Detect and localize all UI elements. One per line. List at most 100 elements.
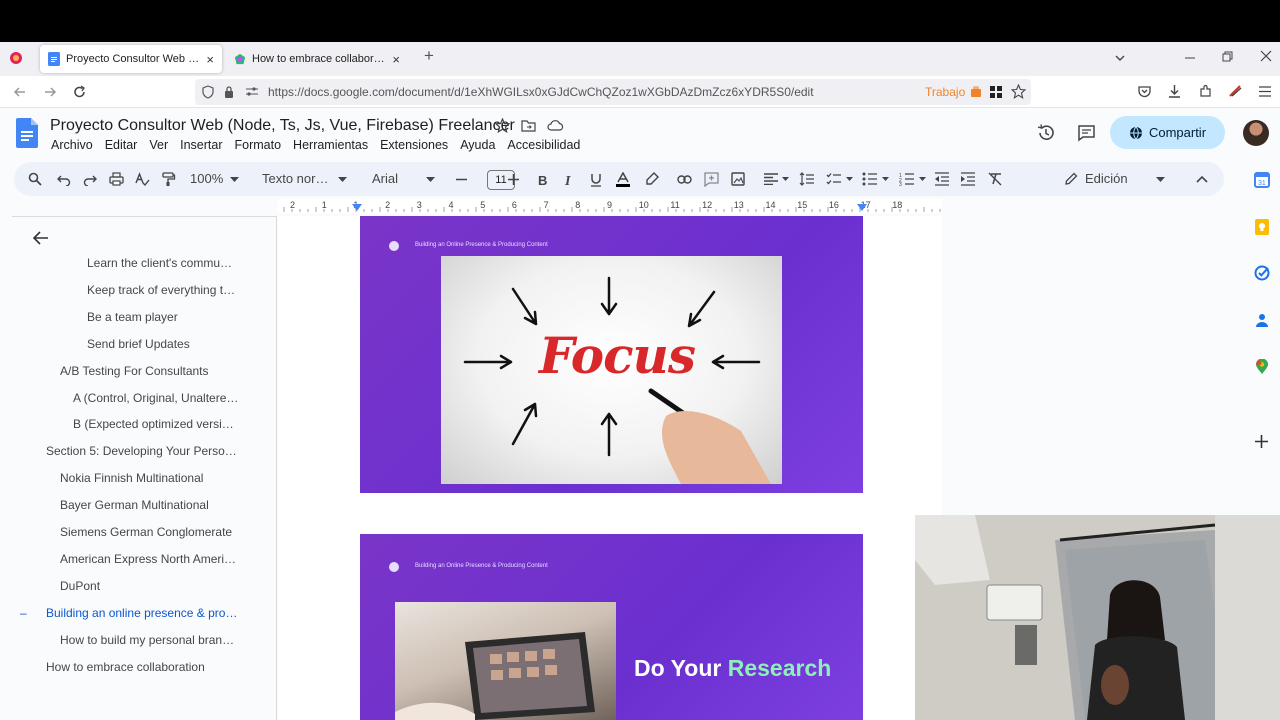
menu-editar[interactable]: Editar <box>105 138 138 152</box>
undo-icon[interactable] <box>57 173 71 186</box>
checklist-icon[interactable] <box>826 172 841 186</box>
version-history-icon[interactable] <box>1036 123 1056 143</box>
extensions-icon[interactable] <box>1198 84 1213 99</box>
browser-menu-icon[interactable] <box>8 50 24 66</box>
pencil-icon[interactable] <box>1064 172 1078 186</box>
outline-item[interactable]: A (Control, Original, Unaltere… <box>73 391 238 405</box>
outline-item[interactable]: Building an online presence & pro… <box>46 606 237 620</box>
list-all-tabs-icon[interactable] <box>1114 52 1126 64</box>
share-button[interactable]: Compartir <box>1110 116 1225 149</box>
menu-ayuda[interactable]: Ayuda <box>460 138 495 152</box>
outline-item[interactable]: How to build my personal bran… <box>60 633 234 647</box>
outline-item[interactable]: B (Expected optimized versi… <box>73 417 234 431</box>
slide-image-focus[interactable]: Building an Online Presence & Producing … <box>360 216 863 493</box>
cloud-saved-icon[interactable] <box>547 119 564 132</box>
lock-icon[interactable] <box>223 85 235 99</box>
menu-extensiones[interactable]: Extensiones <box>380 138 448 152</box>
google-tasks-icon[interactable] <box>1254 265 1270 281</box>
shield-icon[interactable] <box>201 85 215 99</box>
minimize-icon[interactable] <box>1184 52 1196 64</box>
add-app-icon[interactable] <box>1255 435 1268 448</box>
outline-item[interactable]: Be a team player <box>87 310 178 324</box>
style-dropdown-icon[interactable] <box>338 177 347 183</box>
outline-item[interactable]: Keep track of everything t… <box>87 283 235 297</box>
menu-accesibilidad[interactable]: Accesibilidad <box>507 138 580 152</box>
increase-font-size-icon[interactable] <box>508 174 519 185</box>
decrease-indent-icon[interactable] <box>935 172 949 186</box>
menu-insertar[interactable]: Insertar <box>180 138 222 152</box>
horizontal-ruler[interactable]: 21123456789101112131415161718 <box>278 198 1224 215</box>
insert-link-icon[interactable] <box>677 175 692 184</box>
numbered-list-icon[interactable]: 123 <box>899 172 914 186</box>
outline-item[interactable]: Nokia Finnish Multinational <box>60 471 203 485</box>
menu-archivo[interactable]: Archivo <box>51 138 93 152</box>
tab-how-to-embrace[interactable]: How to embrace collaboration × <box>226 45 408 73</box>
spellcheck-icon[interactable] <box>135 172 150 187</box>
bulleted-list-icon[interactable] <box>862 172 877 186</box>
search-menus-icon[interactable] <box>28 172 42 186</box>
redo-icon[interactable] <box>83 173 97 186</box>
google-calendar-icon[interactable]: 31 <box>1254 172 1270 188</box>
underline-icon[interactable] <box>590 173 602 187</box>
comments-icon[interactable] <box>1077 124 1096 142</box>
checklist-dropdown-icon[interactable] <box>846 177 853 182</box>
document-title[interactable]: Proyecto Consultor Web (Node, Ts, Js, Vu… <box>50 117 515 135</box>
slide-do-your-research[interactable]: Building an Online Presence & Producing … <box>360 534 863 720</box>
line-spacing-icon[interactable] <box>799 172 814 186</box>
outline-item[interactable]: Learn the client's commu… <box>87 256 232 270</box>
star-icon[interactable] <box>495 118 510 133</box>
close-tab-icon[interactable]: × <box>392 52 400 67</box>
add-comment-icon[interactable] <box>704 172 719 187</box>
outline-item[interactable]: American Express North Ameri… <box>60 552 236 566</box>
address-bar[interactable]: https://docs.google.com/document/d/1eXhW… <box>195 79 1031 105</box>
forward-icon[interactable] <box>42 84 58 100</box>
align-dropdown-icon[interactable] <box>782 177 789 182</box>
clear-formatting-icon[interactable] <box>988 172 1002 186</box>
highlight-icon[interactable] <box>645 172 659 186</box>
numbered-dropdown-icon[interactable] <box>919 177 926 182</box>
menu-herramientas[interactable]: Herramientas <box>293 138 368 152</box>
left-indent-marker-icon[interactable] <box>352 204 362 212</box>
profile-extension-icon[interactable] <box>1228 84 1243 99</box>
back-arrow-icon[interactable] <box>33 231 49 245</box>
downloads-icon[interactable] <box>1167 84 1182 99</box>
zoom-dropdown-icon[interactable] <box>230 177 239 183</box>
google-maps-icon[interactable] <box>1255 359 1269 375</box>
outline-item[interactable]: Send brief Updates <box>87 337 190 351</box>
outline-item[interactable]: DuPont <box>60 579 100 593</box>
font-select[interactable]: Arial <box>372 171 398 186</box>
close-window-icon[interactable] <box>1260 50 1272 62</box>
google-keep-icon[interactable] <box>1254 219 1270 235</box>
restore-icon[interactable] <box>1222 51 1234 63</box>
tab-proyecto-consultor[interactable]: Proyecto Consultor Web (Node × <box>40 45 222 73</box>
back-icon[interactable] <box>12 84 28 100</box>
bookmark-star-icon[interactable] <box>1011 84 1026 99</box>
outline-item[interactable]: Section 5: Developing Your Perso… <box>46 444 237 458</box>
bullet-dropdown-icon[interactable] <box>882 177 889 182</box>
new-tab-button[interactable]: + <box>424 46 434 66</box>
insert-image-icon[interactable] <box>731 172 745 186</box>
text-color-icon[interactable] <box>616 172 630 187</box>
italic-icon[interactable]: I <box>564 174 575 186</box>
close-tab-icon[interactable]: × <box>206 52 214 67</box>
outline-item[interactable]: Siemens German Conglomerate <box>60 525 232 539</box>
editing-mode-select[interactable]: Edición <box>1085 171 1128 186</box>
reload-icon[interactable] <box>72 84 88 100</box>
align-left-icon[interactable] <box>764 173 778 185</box>
pocket-icon[interactable] <box>1137 84 1152 99</box>
move-folder-icon[interactable] <box>521 119 536 132</box>
bold-icon[interactable]: B <box>538 174 549 186</box>
menu-ver[interactable]: Ver <box>149 138 168 152</box>
hamburger-menu-icon[interactable] <box>1258 85 1272 98</box>
account-avatar[interactable] <box>1243 120 1269 146</box>
mode-dropdown-icon[interactable] <box>1156 177 1165 183</box>
qr-grid-icon[interactable] <box>989 85 1003 99</box>
paragraph-style-select[interactable]: Texto nor… <box>262 171 328 186</box>
increase-indent-icon[interactable] <box>961 172 975 186</box>
permissions-icon[interactable] <box>245 86 259 98</box>
print-icon[interactable] <box>109 172 124 186</box>
google-docs-logo-icon[interactable] <box>16 118 38 148</box>
container-label[interactable]: Trabajo <box>925 85 965 99</box>
outline-item[interactable]: Bayer German Multinational <box>60 498 209 512</box>
hide-menus-icon[interactable] <box>1196 175 1208 183</box>
